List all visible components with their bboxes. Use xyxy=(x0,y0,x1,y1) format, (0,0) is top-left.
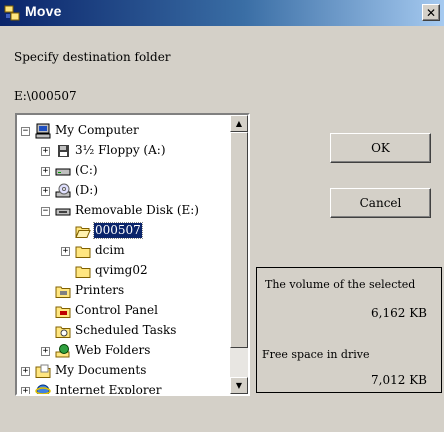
window-title: Move xyxy=(25,3,62,19)
vertical-scrollbar[interactable]: ▲ ▼ xyxy=(230,115,248,394)
tree-node[interactable]: + (D:) xyxy=(17,181,230,201)
tree-node-label: Removable Disk (E:) xyxy=(75,203,199,217)
tree-node[interactable]: + dcim xyxy=(17,241,230,261)
instruction-text: Specify destination folder xyxy=(14,50,171,64)
tree-node[interactable]: − My Computer xyxy=(17,121,230,141)
tree-node[interactable]: + Web Folders xyxy=(17,341,230,361)
arrow-down-icon: ▼ xyxy=(235,380,243,390)
tree-node[interactable]: + Internet Explorer xyxy=(17,381,230,396)
floppy-icon xyxy=(58,145,69,157)
free-space-label: Free space in drive xyxy=(262,348,370,361)
scroll-thumb[interactable] xyxy=(230,132,248,348)
tree-node[interactable]: Control Panel xyxy=(17,301,230,321)
collapse-icon[interactable]: − xyxy=(41,207,50,216)
destination-path: E:\000507 xyxy=(14,89,77,103)
tree-node-label: My Computer xyxy=(55,123,139,137)
expand-icon[interactable]: + xyxy=(21,387,30,394)
tree-node-label: Internet Explorer xyxy=(55,383,162,396)
tree-node[interactable]: − Removable Disk (E:) xyxy=(17,201,230,221)
tree-node-label: 3½ Floppy (A:) xyxy=(75,143,166,157)
control-panel-icon xyxy=(55,306,71,318)
close-button[interactable]: ✕ xyxy=(422,4,440,21)
expand-icon[interactable]: + xyxy=(41,187,50,196)
tree-node-label: Scheduled Tasks xyxy=(75,323,177,337)
expand-icon[interactable]: + xyxy=(21,367,30,376)
expand-icon[interactable]: + xyxy=(41,347,50,356)
computer-icon xyxy=(35,123,51,139)
close-icon: ✕ xyxy=(425,5,437,20)
tree-node-label: (D:) xyxy=(75,183,99,197)
tree-node[interactable]: + (C:) xyxy=(17,161,230,181)
scroll-down-button[interactable]: ▼ xyxy=(230,377,248,394)
tree-node[interactable]: +3½ Floppy (A:) xyxy=(17,141,230,161)
title-bar[interactable]: Move ✕ xyxy=(0,0,444,26)
printer-folder-icon xyxy=(55,286,71,298)
tree-node-label: Web Folders xyxy=(75,343,151,357)
expand-icon[interactable]: + xyxy=(41,147,50,156)
tree-node[interactable]: 000507 xyxy=(17,221,230,241)
tree-node-label: (C:) xyxy=(75,163,98,177)
tree-node-label: dcim xyxy=(95,243,125,257)
tree-node-label: Printers xyxy=(75,283,125,297)
expand-icon[interactable]: + xyxy=(61,247,70,256)
tree-node-label: 000507 xyxy=(93,222,143,239)
tree-node[interactable]: Printers xyxy=(17,281,230,301)
tree-node[interactable]: Scheduled Tasks xyxy=(17,321,230,341)
cancel-button[interactable]: Cancel xyxy=(330,188,431,218)
scroll-up-button[interactable]: ▲ xyxy=(230,115,248,132)
free-space-value: 7,012 KB xyxy=(371,373,427,387)
info-panel: The volume of the selected 6,162 KB Free… xyxy=(256,267,442,393)
volume-value: 6,162 KB xyxy=(371,306,427,320)
hard-drive-icon xyxy=(55,168,71,176)
tree-node-label: qvimg02 xyxy=(95,263,148,277)
tree-node[interactable]: + My Documents xyxy=(17,361,230,381)
arrow-up-icon: ▲ xyxy=(235,118,243,128)
tree-node[interactable]: qvimg02 xyxy=(17,261,230,281)
web-folders-icon xyxy=(55,344,70,358)
collapse-icon[interactable]: − xyxy=(21,127,30,136)
folder-icon xyxy=(75,246,91,258)
move-folder-icon xyxy=(4,5,20,21)
ok-button[interactable]: OK xyxy=(330,133,431,163)
tree-node-label: My Documents xyxy=(55,363,147,377)
my-documents-icon xyxy=(35,364,51,378)
removable-disk-icon xyxy=(55,208,71,216)
internet-explorer-icon xyxy=(35,384,51,394)
folder-icon xyxy=(75,266,91,278)
folder-tree[interactable]: − My Computer +3½ Floppy (A:) + (C:) + (D:) − Re… xyxy=(15,113,250,396)
folder-open-icon xyxy=(75,226,91,238)
tree-node-label: Control Panel xyxy=(75,303,158,317)
scheduled-tasks-icon xyxy=(55,326,71,338)
volume-label: The volume of the selected xyxy=(265,278,416,291)
expand-icon[interactable]: + xyxy=(41,167,50,176)
cd-drive-icon xyxy=(55,183,71,198)
